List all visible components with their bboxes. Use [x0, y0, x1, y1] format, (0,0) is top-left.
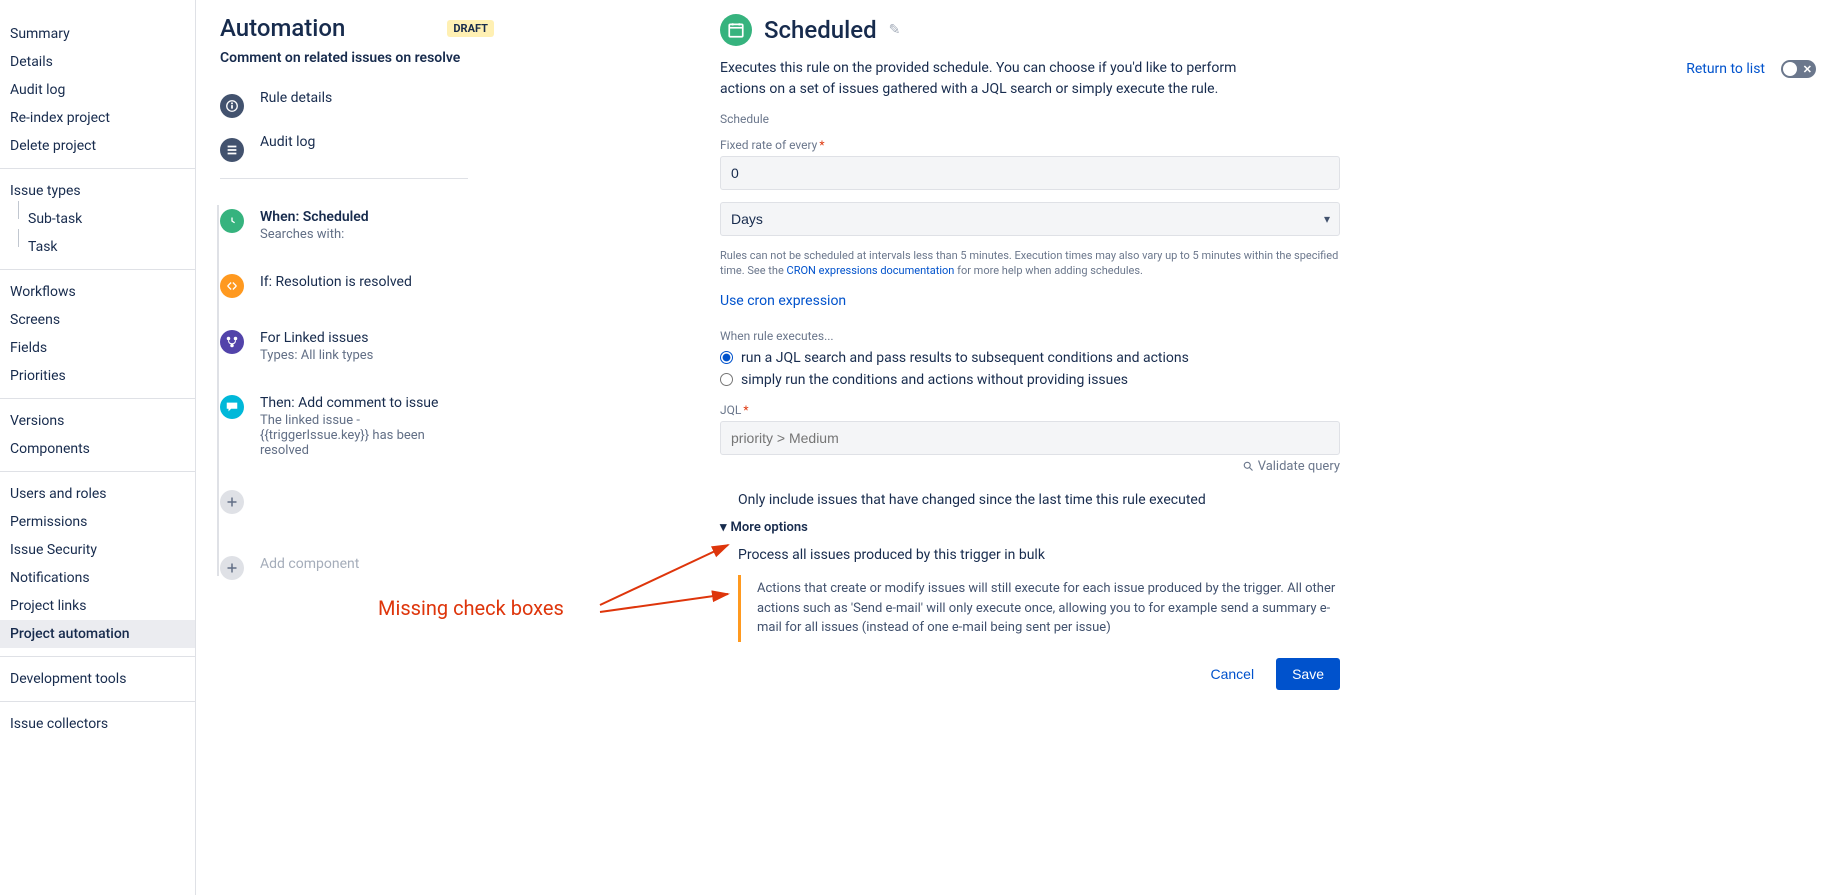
list-icon — [220, 138, 244, 162]
chevron-down-icon: ▾ — [720, 520, 727, 535]
sidebar-versions[interactable]: Versions — [0, 407, 195, 435]
schedule-label: Schedule — [720, 112, 1340, 126]
sidebar-delete-project[interactable]: Delete project — [0, 132, 195, 160]
validate-query-link[interactable]: Validate query — [1242, 459, 1340, 474]
radio-jql-label: run a JQL search and pass results to sub… — [741, 350, 1189, 366]
add-component-label: Add component — [260, 556, 359, 572]
sidebar-audit-log[interactable]: Audit log — [0, 76, 195, 104]
page-title: Automation — [220, 14, 345, 42]
sidebar-permissions[interactable]: Permissions — [0, 508, 195, 536]
sidebar-subtask[interactable]: Sub-task — [0, 205, 195, 233]
save-button[interactable]: Save — [1276, 658, 1340, 690]
add-component-outer[interactable]: Add component — [220, 540, 680, 596]
audit-log-row[interactable]: Audit log — [220, 126, 680, 170]
sidebar-dev-tools[interactable]: Development tools — [0, 665, 195, 693]
more-options-label: More options — [731, 520, 808, 535]
radio-jql-input[interactable] — [720, 351, 733, 364]
close-icon: ✕ — [1803, 63, 1812, 76]
unit-select[interactable]: Days — [720, 202, 1340, 236]
clock-icon — [220, 209, 244, 233]
sidebar-reindex[interactable]: Re-index project — [0, 104, 195, 132]
use-cron-link[interactable]: Use cron expression — [720, 287, 846, 315]
when-sub: Searches with: — [260, 227, 369, 242]
rule-details-label: Rule details — [260, 90, 332, 106]
sidebar-components[interactable]: Components — [0, 435, 195, 463]
top-right-controls: Return to list ✕ — [1686, 60, 1816, 78]
sidebar-issue-types[interactable]: Issue types — [0, 177, 195, 205]
then-sub: The linked issue - {{triggerIssue.key}} … — [260, 413, 460, 458]
radio-jql-search[interactable]: run a JQL search and pass results to sub… — [720, 347, 1340, 369]
sidebar-users-roles[interactable]: Users and roles — [0, 480, 195, 508]
branch-icon — [220, 330, 244, 354]
info-icon — [220, 94, 244, 118]
audit-log-label: Audit log — [260, 134, 315, 150]
sidebar-workflows[interactable]: Workflows — [0, 278, 195, 306]
jql-input[interactable] — [720, 421, 1340, 455]
sidebar-project-links[interactable]: Project links — [0, 592, 195, 620]
sidebar-summary[interactable]: Summary — [0, 20, 195, 48]
draft-badge: DRAFT — [447, 20, 494, 37]
bulk-info-text: Actions that create or modify issues wil… — [738, 575, 1340, 642]
rule-details-row[interactable]: Rule details — [220, 82, 680, 126]
sidebar-issue-security[interactable]: Issue Security — [0, 536, 195, 564]
when-step[interactable]: When: Scheduled Searches with: — [220, 193, 680, 258]
sidebar-screens[interactable]: Screens — [0, 306, 195, 334]
plus-icon — [220, 556, 244, 580]
if-step[interactable]: If: Resolution is resolved — [220, 258, 680, 314]
search-icon — [1242, 460, 1254, 472]
then-title: Then: Add comment to issue — [260, 395, 460, 411]
sidebar-details[interactable]: Details — [0, 48, 195, 76]
sidebar-notifications[interactable]: Notifications — [0, 564, 195, 592]
for-step[interactable]: For Linked issues Types: All link types — [220, 314, 680, 379]
jql-label: JQL — [720, 403, 1340, 417]
then-step[interactable]: Then: Add comment to issue The linked is… — [220, 379, 680, 474]
more-options-toggle[interactable]: ▾ More options — [720, 520, 1340, 535]
when-executes-label: When rule executes... — [720, 329, 1340, 343]
process-bulk-option[interactable]: Process all issues produced by this trig… — [738, 543, 1340, 567]
only-changed-option[interactable]: Only include issues that have changed si… — [738, 488, 1340, 512]
radio-simple-label: simply run the conditions and actions wi… — [741, 372, 1128, 388]
sidebar-project-automation[interactable]: Project automation — [0, 620, 195, 648]
sidebar-fields[interactable]: Fields — [0, 334, 195, 362]
return-to-list-link[interactable]: Return to list — [1686, 61, 1765, 77]
plus-icon — [220, 490, 244, 514]
scheduled-panel: Scheduled ✎ Executes this rule on the pr… — [700, 14, 1340, 881]
panel-title: Scheduled — [764, 16, 877, 44]
panel-description: Executes this rule on the provided sched… — [720, 58, 1280, 100]
project-sidebar: Summary Details Audit log Re-index proje… — [0, 0, 196, 895]
clock-icon — [720, 14, 752, 46]
sidebar-priorities[interactable]: Priorities — [0, 362, 195, 390]
comment-icon — [220, 395, 244, 419]
validate-label: Validate query — [1258, 459, 1340, 474]
rule-name: Comment on related issues on resolve — [220, 50, 480, 66]
fixed-rate-input[interactable] — [720, 156, 1340, 190]
rule-tree-column: Automation DRAFT Comment on related issu… — [220, 14, 700, 881]
main-content: Automation DRAFT Comment on related issu… — [196, 0, 1840, 895]
add-component-inner[interactable] — [220, 474, 680, 530]
cron-doc-link[interactable]: CRON expressions documentation — [787, 264, 955, 277]
for-sub: Types: All link types — [260, 348, 373, 363]
edit-icon[interactable]: ✎ — [889, 22, 901, 38]
if-title: If: Resolution is resolved — [260, 274, 412, 290]
fixed-rate-label: Fixed rate of every — [720, 138, 1340, 152]
condition-icon — [220, 274, 244, 298]
rule-enabled-toggle[interactable]: ✕ — [1781, 60, 1816, 78]
radio-simple-input[interactable] — [720, 373, 733, 386]
sidebar-issue-collectors[interactable]: Issue collectors — [0, 710, 195, 738]
for-title: For Linked issues — [260, 330, 373, 346]
schedule-help-text: Rules can not be scheduled at intervals … — [720, 248, 1340, 279]
when-title: When: Scheduled — [260, 209, 369, 225]
radio-simple[interactable]: simply run the conditions and actions wi… — [720, 369, 1340, 391]
cancel-button[interactable]: Cancel — [1198, 658, 1266, 690]
sidebar-task[interactable]: Task — [0, 233, 195, 261]
